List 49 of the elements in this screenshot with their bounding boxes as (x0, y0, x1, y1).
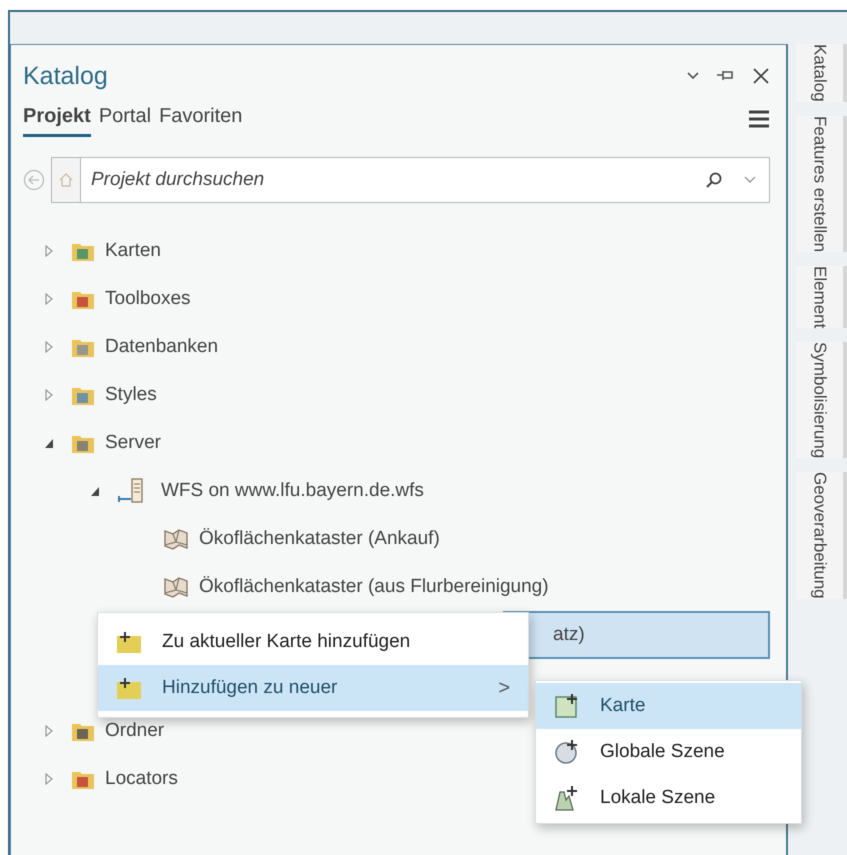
tree-item-label[interactable]: Ökoflächenkataster (aus Flurbereinigung) (199, 576, 549, 598)
back-icon[interactable] (23, 169, 45, 191)
menu-item[interactable]: Lokale Szene (536, 775, 801, 821)
tree-item-label[interactable]: Karten (105, 240, 161, 262)
add-layer-icon (116, 630, 142, 654)
tree-item-label[interactable]: Server (105, 432, 161, 454)
tab[interactable]: Projekt (23, 101, 91, 137)
tree-item-label[interactable]: Ökoflächenkataster (Ankauf) (199, 528, 440, 550)
polygon-layer-icon (163, 576, 189, 598)
close-icon[interactable] (752, 67, 770, 85)
chevron-down-icon[interactable] (686, 71, 700, 81)
menu-item[interactable]: Karte (536, 683, 801, 729)
expand-arrow-icon[interactable] (44, 293, 54, 305)
pane-title: Katalog (23, 62, 108, 90)
side-tab[interactable]: Features erstellen (796, 116, 847, 252)
polygon-layer-icon (163, 528, 189, 550)
tree-item-label[interactable]: Ordner (105, 720, 164, 742)
menu-item[interactable]: Hinzufügen zu neuer > (98, 665, 528, 711)
side-tab[interactable]: Symbolisierung (796, 342, 847, 458)
tree-item-label: atz) (553, 624, 585, 646)
add-layer-icon (116, 676, 142, 700)
side-tab[interactable]: Element (796, 266, 847, 328)
menu-icon[interactable] (748, 109, 770, 129)
new-globe-icon (554, 739, 580, 765)
expand-arrow-icon[interactable] (44, 389, 54, 401)
tab[interactable]: Portal (98, 101, 152, 137)
tree-item-label[interactable]: WFS on www.lfu.bayern.de.wfs (161, 480, 424, 502)
selected-tree-row[interactable]: atz) (503, 611, 770, 659)
collapse-arrow-icon[interactable] (90, 485, 100, 497)
tab[interactable]: Favoriten (159, 101, 242, 137)
tree-item-label[interactable]: Styles (105, 384, 157, 406)
home-icon[interactable] (58, 172, 74, 188)
expand-arrow-icon[interactable] (44, 773, 54, 785)
expand-arrow-icon[interactable] (44, 341, 54, 353)
search-icon[interactable] (705, 171, 723, 189)
new-map-icon (554, 693, 580, 719)
side-tab[interactable]: Geoverarbeitung (796, 472, 847, 599)
pin-icon[interactable] (716, 69, 736, 83)
tree-item-label[interactable]: Toolboxes (105, 288, 191, 310)
side-tab[interactable]: Katalog (796, 44, 847, 102)
expand-arrow-icon[interactable] (44, 245, 54, 257)
collapse-arrow-icon[interactable] (44, 437, 54, 449)
menu-item[interactable]: Globale Szene (536, 729, 801, 775)
search-field[interactable]: Projekt durchsuchen (89, 168, 685, 192)
search-bar[interactable]: Projekt durchsuchen (51, 157, 770, 203)
new-local-scene-icon (554, 785, 580, 811)
expand-arrow-icon[interactable] (44, 725, 54, 737)
tree-item-label[interactable]: Datenbanken (105, 336, 218, 358)
tree-item-label[interactable]: Locators (105, 768, 178, 790)
